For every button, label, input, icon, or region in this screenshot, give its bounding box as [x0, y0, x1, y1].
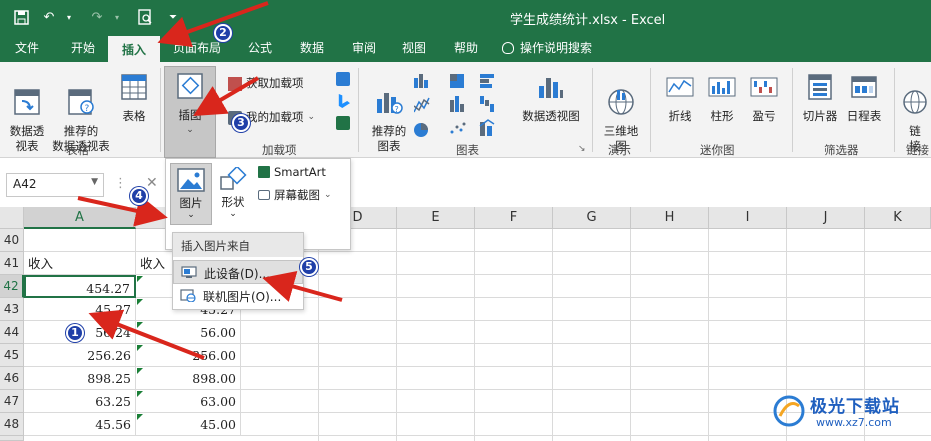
annotation-arrows — [77, 1, 343, 360]
step-badge-4: 4 — [130, 187, 148, 205]
arrow-to-this-device — [262, 271, 343, 302]
watermark: 极光下载站 www.xz7.com — [772, 388, 928, 438]
step-badge-5: 5 — [300, 258, 318, 276]
arrow-to-illustrations — [193, 76, 260, 117]
step-badge-1: 1 — [66, 324, 84, 342]
watermark-url: www.xz7.com — [816, 416, 892, 429]
step-badge-3: 3 — [232, 114, 250, 132]
watermark-logo-icon — [773, 395, 805, 427]
arrow-to-pictures — [77, 195, 168, 227]
arrow-to-cell-a42 — [88, 309, 205, 360]
step-badge-2: 2 — [214, 24, 232, 42]
watermark-brand: 极光下载站 — [810, 397, 900, 417]
